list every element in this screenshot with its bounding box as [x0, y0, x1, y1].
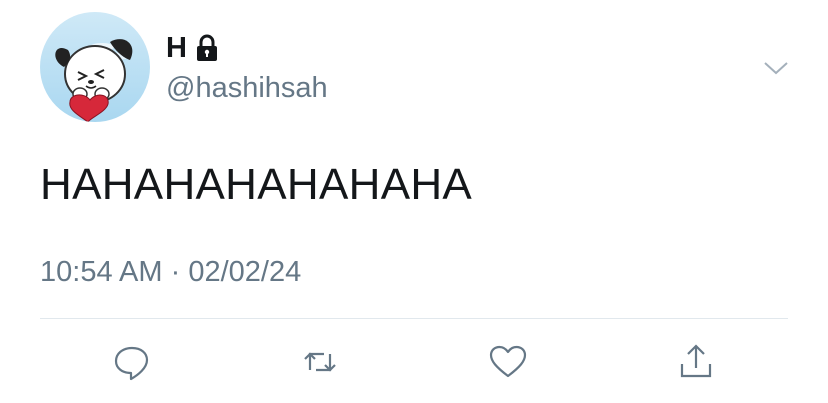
lock-icon: [195, 34, 219, 62]
share-button[interactable]: [674, 340, 718, 384]
tweet: H @hashihsah HAHAHAHAHAHAHA 10:54 AM · 0…: [0, 0, 828, 403]
retweet-icon: [300, 342, 340, 382]
heart-icon: [488, 342, 528, 382]
reply-icon: [112, 342, 152, 382]
user-handle[interactable]: @hashihsah: [166, 72, 328, 105]
divider: [40, 318, 788, 319]
reply-button[interactable]: [110, 340, 154, 384]
share-icon: [676, 342, 716, 382]
timestamp[interactable]: 10:54 AM · 02/02/24: [40, 256, 301, 289]
timestamp-separator: ·: [162, 256, 189, 288]
tweet-text: HAHAHAHAHAHAHA: [40, 160, 473, 209]
retweet-button[interactable]: [298, 340, 342, 384]
tweet-date: 02/02/24: [188, 256, 302, 288]
like-button[interactable]: [486, 340, 530, 384]
display-name[interactable]: H: [166, 32, 187, 65]
chevron-down-icon[interactable]: [762, 58, 790, 78]
avatar[interactable]: [40, 12, 150, 122]
avatar-pochacco-icon: [55, 39, 133, 122]
tweet-time: 10:54 AM: [40, 256, 163, 288]
display-name-row[interactable]: H: [166, 32, 219, 64]
